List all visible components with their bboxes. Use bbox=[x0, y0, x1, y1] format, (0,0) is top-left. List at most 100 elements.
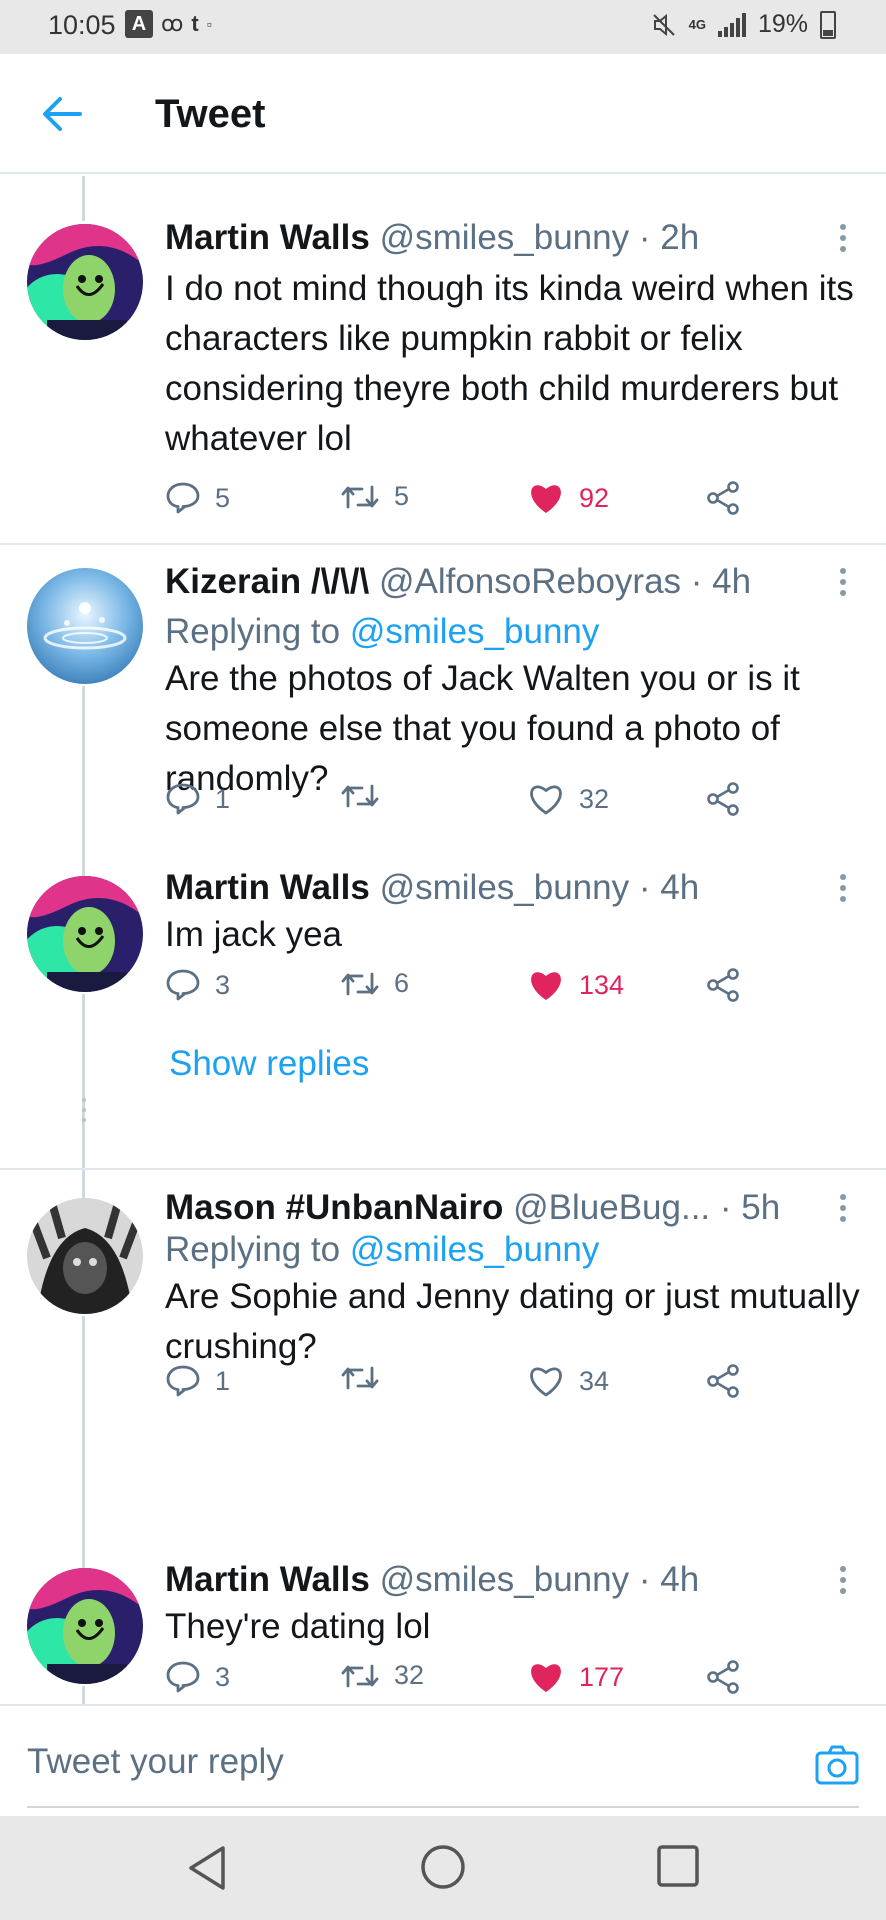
reply-count: 1 bbox=[215, 1365, 231, 1396]
thread-line bbox=[82, 176, 85, 221]
tweet-time: · 4h bbox=[690, 562, 752, 601]
like-button[interactable]: 92 bbox=[527, 481, 609, 515]
share-button[interactable] bbox=[705, 1364, 741, 1398]
display-name[interactable]: Kizerain /\/\/\ bbox=[165, 562, 369, 601]
retweet-button[interactable]: 5 bbox=[340, 481, 409, 512]
reply-count: 5 bbox=[215, 482, 231, 513]
share-button[interactable] bbox=[705, 1660, 741, 1694]
tweet[interactable]: Martin Walls @smiles_bunny · 2h I do not… bbox=[0, 176, 886, 576]
thread-line bbox=[82, 1686, 85, 1704]
replying-handle[interactable]: @smiles_bunny bbox=[350, 1230, 600, 1269]
tweet-time: · 4h bbox=[638, 868, 700, 907]
tweet-time: · 2h bbox=[638, 218, 700, 257]
user-handle[interactable]: @AlfonsoReboyras bbox=[379, 562, 681, 601]
replying-handle[interactable]: @smiles_bunny bbox=[350, 612, 600, 651]
avatar[interactable] bbox=[27, 568, 143, 684]
tweet-header: Martin Walls @smiles_bunny · 4h bbox=[165, 1560, 699, 1600]
status-notification-icons: A ꝏ t ▫ bbox=[125, 10, 212, 38]
share-button[interactable] bbox=[705, 481, 741, 515]
reply-count: 3 bbox=[215, 1661, 231, 1692]
retweet-button[interactable]: 6 bbox=[340, 968, 409, 999]
retweet-icon bbox=[341, 485, 379, 508]
heart-icon bbox=[530, 1367, 562, 1397]
share-icon bbox=[707, 1660, 739, 1694]
avatar[interactable] bbox=[27, 1568, 143, 1684]
tweet-text: I do not mind though its kinda weird whe… bbox=[165, 269, 854, 458]
more-options-icon[interactable] bbox=[840, 1194, 848, 1227]
tweet-header: Kizerain /\/\/\ @AlfonsoReboyras · 4h bbox=[165, 562, 751, 602]
retweet-button[interactable]: 32 bbox=[340, 1660, 424, 1691]
tweet-actions: 5 5 92 bbox=[165, 481, 765, 521]
share-icon bbox=[707, 968, 739, 1002]
retweet-count: 6 bbox=[394, 968, 410, 998]
more-options-icon[interactable] bbox=[840, 224, 848, 257]
user-handle[interactable]: @BlueBug... bbox=[513, 1188, 710, 1227]
tweet[interactable]: Martin Walls @smiles_bunny · 4h Im jack … bbox=[0, 806, 886, 1218]
retweet-button[interactable] bbox=[340, 1364, 394, 1392]
mute-icon bbox=[652, 13, 675, 36]
avatar[interactable] bbox=[27, 224, 143, 340]
battery-percent: 19% bbox=[757, 10, 808, 38]
display-name[interactable]: Mason #UnbanNairo bbox=[165, 1188, 503, 1227]
tweet-header: Martin Walls @smiles_bunny · 4h bbox=[165, 868, 699, 908]
reply-button[interactable]: 3 bbox=[165, 968, 230, 1002]
status-system-icons: 4G 19% bbox=[651, 10, 836, 39]
like-count: 92 bbox=[579, 482, 610, 513]
status-time: 10:05 bbox=[48, 10, 116, 40]
display-name[interactable]: Martin Walls bbox=[165, 1560, 370, 1599]
tweet-actions: 3 6 134 bbox=[165, 968, 765, 1008]
tweet-text: Are Sophie and Jenny dating or just mutu… bbox=[165, 1277, 860, 1366]
screen-icon: ▫ bbox=[206, 16, 212, 32]
reply-underline bbox=[27, 1806, 859, 1808]
user-handle[interactable]: @smiles_bunny bbox=[380, 868, 630, 907]
recents-square-icon[interactable] bbox=[656, 1844, 700, 1888]
tweet-actions: 1 34 bbox=[165, 1364, 765, 1404]
home-circle-icon[interactable] bbox=[420, 1844, 466, 1890]
avatar[interactable] bbox=[27, 1198, 143, 1314]
retweet-count: 5 bbox=[394, 481, 410, 511]
reply-bar: Tweet your reply bbox=[0, 1704, 886, 1816]
display-name[interactable]: Martin Walls bbox=[165, 218, 370, 257]
page-title: Tweet bbox=[155, 92, 266, 136]
more-options-icon[interactable] bbox=[840, 568, 848, 601]
like-button[interactable]: 177 bbox=[527, 1660, 624, 1694]
reply-icon bbox=[166, 969, 200, 1001]
back-arrow-icon[interactable] bbox=[40, 94, 84, 134]
reply-icon bbox=[166, 482, 200, 514]
reply-count: 3 bbox=[215, 969, 231, 1000]
replying-prefix: Replying to bbox=[165, 612, 341, 651]
like-count: 134 bbox=[579, 969, 625, 1000]
heart-filled-icon bbox=[531, 485, 561, 513]
heart-filled-icon bbox=[531, 1664, 561, 1692]
reply-button[interactable]: 1 bbox=[165, 1364, 230, 1398]
tweet-time: · 5h bbox=[719, 1188, 781, 1227]
user-handle[interactable]: @smiles_bunny bbox=[380, 1560, 630, 1599]
like-count: 34 bbox=[579, 1365, 610, 1396]
camera-icon[interactable] bbox=[815, 1744, 859, 1786]
tweet-text: Im jack yea bbox=[165, 915, 342, 954]
reply-button[interactable]: 3 bbox=[165, 1660, 230, 1694]
reply-input[interactable]: Tweet your reply bbox=[27, 1742, 284, 1782]
avatar[interactable] bbox=[27, 876, 143, 992]
display-name[interactable]: Martin Walls bbox=[165, 868, 370, 907]
user-handle[interactable]: @smiles_bunny bbox=[380, 218, 630, 257]
reply-button[interactable]: 5 bbox=[165, 481, 230, 515]
retweet-icon bbox=[341, 1664, 379, 1687]
show-replies-link[interactable]: Show replies bbox=[169, 1044, 369, 1084]
tweet-time: · 4h bbox=[638, 1560, 700, 1599]
more-options-icon[interactable] bbox=[840, 1566, 848, 1599]
like-button[interactable]: 134 bbox=[527, 968, 624, 1002]
share-button[interactable] bbox=[705, 968, 741, 1002]
voicemail-icon: ꝏ bbox=[161, 11, 184, 36]
like-count: 177 bbox=[579, 1661, 625, 1692]
more-options-icon[interactable] bbox=[840, 874, 848, 907]
tweet-thread[interactable]: Martin Walls @smiles_bunny · 2h I do not… bbox=[0, 176, 886, 1704]
retweet-count: 32 bbox=[394, 1660, 425, 1690]
status-bar: 10:05 A ꝏ t ▫ 4G 19% bbox=[0, 0, 886, 54]
like-button[interactable]: 34 bbox=[527, 1364, 609, 1398]
back-triangle-icon[interactable] bbox=[185, 1844, 229, 1892]
header: Tweet bbox=[0, 54, 886, 174]
tweet-actions: 3 32 177 bbox=[165, 1660, 765, 1700]
tweet[interactable]: Martin Walls @smiles_bunny · 4h They're … bbox=[0, 1498, 886, 1704]
tweet-header: Martin Walls @smiles_bunny · 2h bbox=[165, 218, 699, 258]
